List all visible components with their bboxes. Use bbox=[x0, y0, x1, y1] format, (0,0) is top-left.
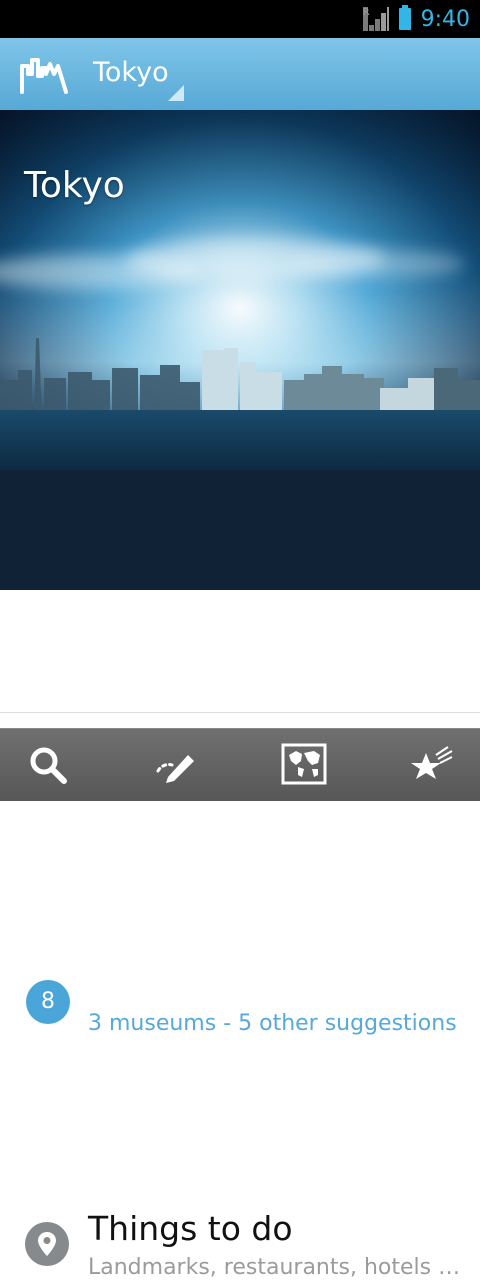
city-selector[interactable]: Tokyo bbox=[93, 57, 169, 88]
suggestions-count-badge: 8 bbox=[26, 980, 70, 1024]
roaming-label: R bbox=[362, 7, 370, 31]
things-to-do-subtitle: Landmarks, restaurants, hotels … bbox=[88, 1255, 461, 1280]
status-icons: R 9:40 bbox=[362, 0, 470, 38]
signal-icon: R bbox=[362, 7, 389, 31]
suggestions-row[interactable]: 8 Suggestions 3 museums - 5 other sugges… bbox=[0, 470, 480, 1036]
bottom-nav-bar bbox=[0, 728, 480, 801]
world-map-icon[interactable] bbox=[280, 741, 328, 789]
search-icon[interactable] bbox=[24, 741, 72, 789]
starred-icon[interactable] bbox=[408, 741, 456, 789]
hero-city-title: Tokyo bbox=[24, 165, 125, 206]
bay-water bbox=[0, 410, 480, 470]
map-pin-icon bbox=[25, 1222, 69, 1266]
battery-icon bbox=[398, 5, 411, 30]
status-clock: 9:40 bbox=[420, 6, 470, 32]
suggestions-title: Suggestions bbox=[88, 964, 290, 1003]
city-hero-image[interactable]: Tokyo bbox=[0, 110, 480, 470]
edit-trip-icon[interactable] bbox=[150, 741, 198, 789]
dropdown-indicator-icon[interactable] bbox=[168, 85, 184, 101]
status-bar: R 9:40 bbox=[0, 0, 480, 38]
action-bar: Tokyo bbox=[0, 38, 480, 111]
things-to-do-title: Things to do bbox=[88, 1209, 293, 1248]
skyline-logo-icon[interactable] bbox=[20, 56, 68, 94]
things-to-do-row[interactable]: Things to do Landmarks, restaurants, hot… bbox=[0, 592, 480, 1280]
suggestions-subtitle: 3 museums - 5 other suggestions bbox=[88, 1011, 457, 1036]
